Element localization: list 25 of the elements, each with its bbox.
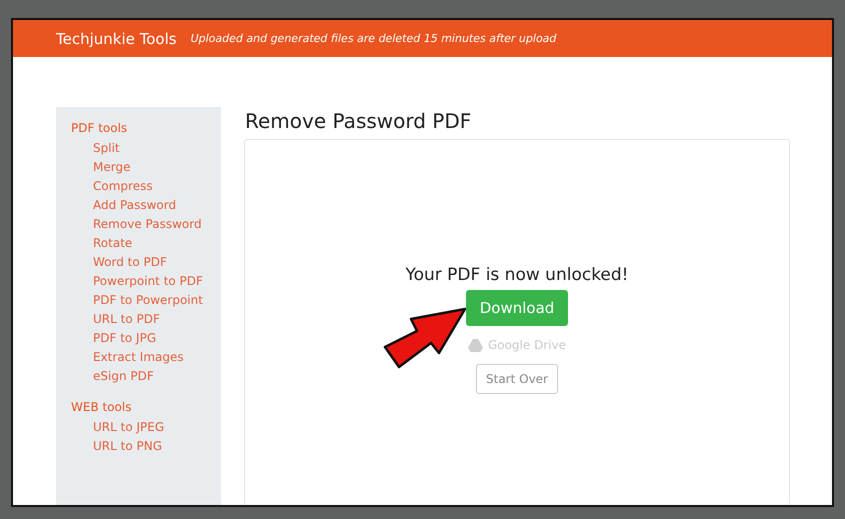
sidebar-link[interactable]: Powerpoint to PDF	[71, 272, 203, 291]
drive-icon	[468, 338, 483, 352]
sidebar-link[interactable]: URL to PNG	[71, 437, 203, 456]
sidebar-link[interactable]: PDF to JPG	[71, 329, 203, 348]
sidebar-link[interactable]: Split	[71, 139, 203, 158]
sidebar-link[interactable]: Word to PDF	[71, 253, 203, 272]
brand-title: Techjunkie Tools	[56, 30, 177, 48]
section-heading: WEB tools	[71, 400, 132, 414]
sidebar-link[interactable]: Extract Images	[71, 348, 203, 367]
sidebar-link[interactable]: URL to PDF	[71, 310, 203, 329]
sidebar-link[interactable]: eSign PDF	[71, 367, 203, 386]
status-message: Your PDF is now unlocked!	[405, 265, 628, 285]
sidebar-link[interactable]: Merge	[71, 158, 203, 177]
sidebar-link[interactable]: Remove Password	[71, 215, 203, 234]
arrow-icon	[383, 307, 467, 369]
upload-notice: Uploaded and generated files are deleted 15 minutes after upload	[190, 32, 556, 45]
download-button[interactable]: Download	[466, 290, 568, 326]
start-over-button[interactable]: Start Over	[476, 364, 558, 394]
page-title: Remove Password PDF	[245, 109, 472, 133]
sidebar-link[interactable]: Add Password	[71, 196, 203, 215]
section-heading: PDF tools	[71, 121, 128, 135]
sidebar-link[interactable]: PDF to Powerpoint	[71, 291, 203, 310]
sidebar-link[interactable]: URL to JPEG	[71, 418, 203, 437]
sidebar-link[interactable]: Compress	[71, 177, 203, 196]
sidebar-link[interactable]: Rotate	[71, 234, 203, 253]
